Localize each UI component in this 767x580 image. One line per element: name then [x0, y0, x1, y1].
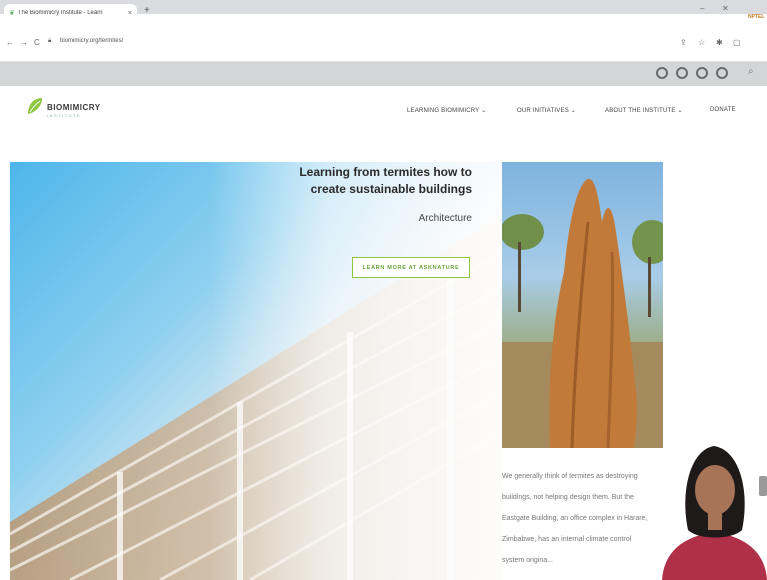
- lock-icon: 🔒︎: [48, 38, 52, 44]
- nav-about-the-institute[interactable]: ABOUT THE INSTITUTE ⌄: [605, 107, 683, 114]
- site-header: [0, 86, 767, 161]
- hero-fade-overlay: [210, 162, 503, 580]
- extensions-icon[interactable]: ✱: [716, 38, 723, 47]
- hero-title-line-1: Learning from termites how to: [299, 165, 472, 179]
- nav-learning-biomimicry[interactable]: LEARNING BIOMIMICRY ⌄: [407, 107, 486, 114]
- site-logo-subtitle: INSTITUTE: [47, 113, 82, 118]
- bookmark-star-icon[interactable]: ☆: [698, 38, 705, 47]
- presenter-video-overlay: [662, 446, 767, 580]
- hero-title: Learning from termites how to create sus…: [290, 164, 472, 198]
- nav-our-initiatives[interactable]: OUR INITIATIVES ⌄: [517, 107, 576, 114]
- nptel-logo: NPTEL: [748, 14, 765, 20]
- facebook-icon[interactable]: [656, 67, 668, 79]
- tab-close-icon[interactable]: ×: [128, 10, 132, 17]
- sidepanel-icon[interactable]: ▢: [733, 38, 741, 47]
- termite-mound-illustration: [502, 178, 663, 448]
- scroll-tab-button[interactable]: [759, 476, 767, 496]
- window-minimize-button[interactable]: ‒: [700, 4, 704, 13]
- nav-donate[interactable]: DONATE: [710, 107, 736, 113]
- url-field[interactable]: biomimicry.org/termites/: [60, 38, 123, 44]
- social-bar: [0, 62, 767, 86]
- back-button[interactable]: ←: [6, 38, 14, 47]
- pinterest-icon[interactable]: [696, 67, 708, 79]
- tab-title: The Biomimicry Institute - Learn: [17, 10, 103, 16]
- termite-mound-image: [502, 162, 663, 448]
- favicon-icon: ❦: [9, 10, 15, 17]
- search-icon[interactable]: ⌕: [748, 66, 754, 77]
- window-close-button[interactable]: ✕: [722, 4, 729, 13]
- forward-button[interactable]: →: [20, 38, 28, 47]
- twitter-icon[interactable]: [716, 67, 728, 79]
- hero-building-image: [10, 162, 503, 580]
- instagram-icon[interactable]: [676, 67, 688, 79]
- learn-more-button[interactable]: LEARN MORE AT ASKNATURE: [352, 257, 470, 278]
- new-tab-button[interactable]: +: [144, 5, 150, 16]
- share-icon[interactable]: ⇪: [680, 38, 687, 47]
- browser-tab[interactable]: ❦ The Biomimicry Institute - Learn ×: [4, 4, 137, 22]
- site-logo-name[interactable]: BIOMIMICRY: [47, 103, 101, 112]
- leaf-logo-icon: [28, 98, 42, 114]
- article-paragraph: We generally think of termites as destro…: [502, 473, 648, 564]
- reload-button[interactable]: C: [34, 38, 40, 47]
- hero-category: Architecture: [418, 213, 472, 224]
- hero-title-line-2: create sustainable buildings: [310, 182, 472, 196]
